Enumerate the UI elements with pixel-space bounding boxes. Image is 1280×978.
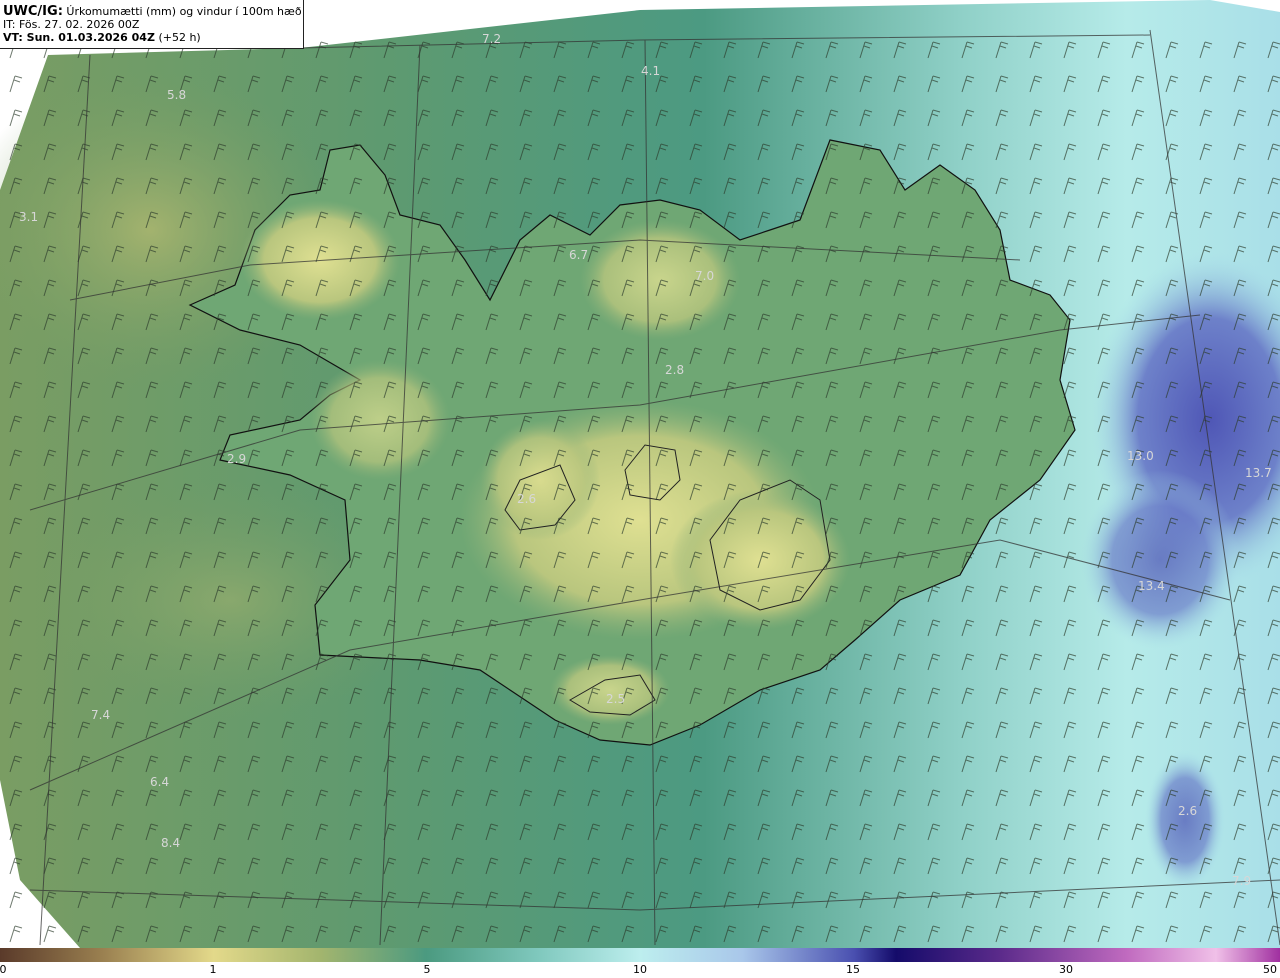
colorbar-tick: 30 — [1059, 963, 1073, 976]
map-label: 13.7 — [1245, 466, 1272, 480]
map-label: 7.9 — [1232, 874, 1251, 888]
map-label: 2.6 — [517, 492, 536, 506]
map-title-box: UWC/IG: Úrkomumætti (mm) og vindur í 100… — [0, 0, 304, 49]
map-label: 7.0 — [695, 269, 714, 283]
map-label: 4.1 — [641, 64, 660, 78]
forecast-map: 7.2 4.1 5.8 3.1 6.7 7.0 2.8 2.9 2.6 13.0… — [0, 0, 1280, 948]
colorbar-tick: 0 — [0, 963, 7, 976]
colorbar-tick: 1 — [209, 963, 217, 976]
map-svg: 7.2 4.1 5.8 3.1 6.7 7.0 2.8 2.9 2.6 13.0… — [0, 0, 1280, 948]
map-label: 2.6 — [1178, 804, 1197, 818]
map-label: 2.8 — [665, 363, 684, 377]
valid-time-line: VT: Sun. 01.03.2026 04Z (+52 h) — [3, 31, 303, 44]
title-description: Úrkomumætti (mm) og vindur í 100m hæð — [66, 5, 302, 18]
map-label: 3.1 — [19, 210, 38, 224]
init-time: IT: Fös. 27. 02. 2026 00Z — [3, 18, 140, 31]
map-label: 8.4 — [161, 836, 180, 850]
map-label: 2.9 — [227, 452, 246, 466]
valid-time: VT: Sun. 01.03.2026 04Z — [3, 31, 155, 44]
map-label: 5.8 — [167, 88, 186, 102]
colorbar-tick: 15 — [846, 963, 860, 976]
map-label: 13.4 — [1138, 579, 1165, 593]
colorbar-tick: 50 — [1263, 963, 1277, 976]
precip-colorbar: 0 1 5 10 15 30 50 — [0, 948, 1280, 978]
model-name: UWC/IG: — [3, 4, 63, 19]
map-label: 7.4 — [91, 708, 110, 722]
title-line: UWC/IG: Úrkomumætti (mm) og vindur í 100… — [3, 5, 303, 18]
wind-barbs — [0, 40, 1280, 948]
map-label: 6.4 — [150, 775, 169, 789]
map-label: 13.0 — [1127, 449, 1154, 463]
colorbar-gradient — [0, 948, 1280, 962]
map-label: 6.7 — [569, 248, 588, 262]
colorbar-tick: 5 — [423, 963, 431, 976]
forecast-offset: (+52 h) — [158, 31, 201, 44]
colorbar-tick: 10 — [633, 963, 647, 976]
map-label: 7.2 — [482, 32, 501, 46]
map-label: 2.5 — [606, 692, 625, 706]
